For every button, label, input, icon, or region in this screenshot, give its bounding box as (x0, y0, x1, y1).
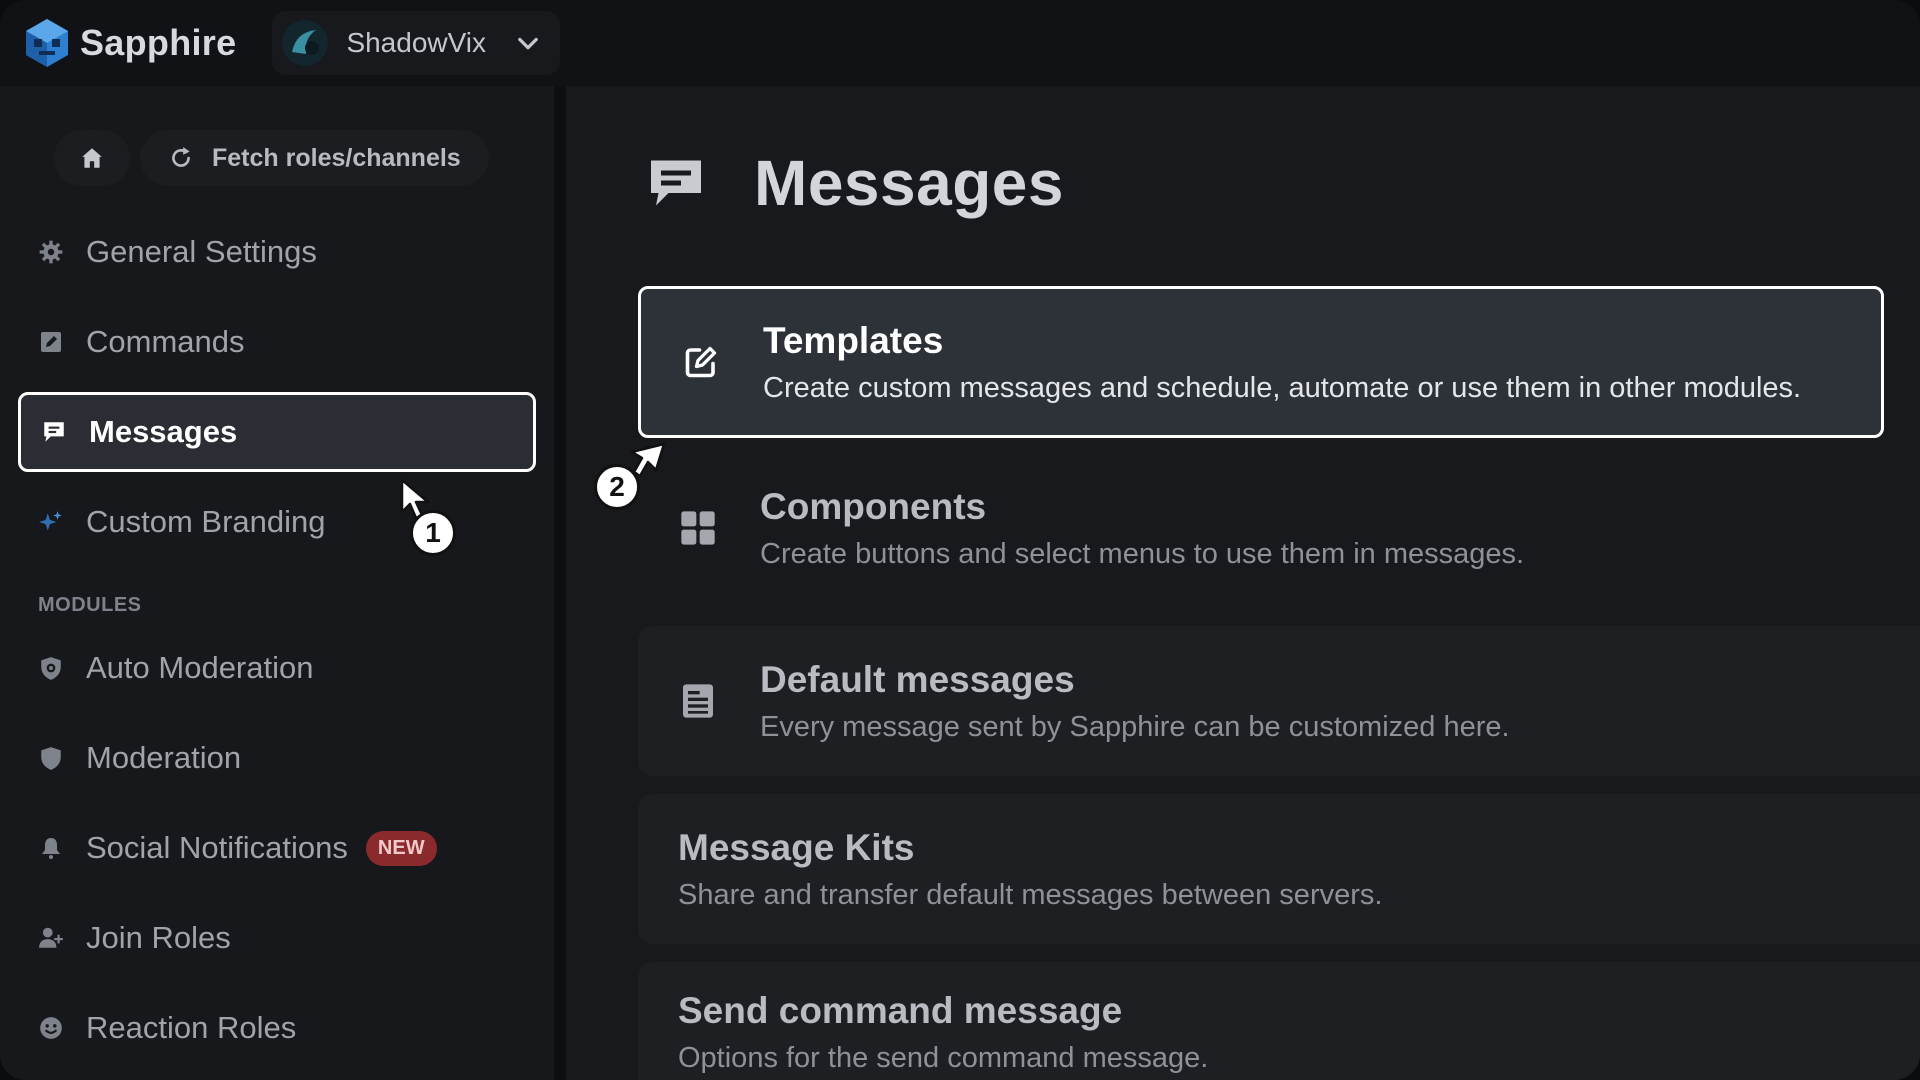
new-badge: NEW (365, 830, 437, 866)
card-default-messages[interactable]: Default messages Every message sent by S… (638, 626, 1920, 776)
card-description: Every message sent by Sapphire can be cu… (760, 710, 1510, 743)
sidebar-item-label: Reaction Roles (86, 1010, 297, 1045)
grid-icon (666, 508, 730, 548)
card-title: Message Kits (678, 826, 915, 868)
card-description: Create custom messages and schedule, aut… (763, 371, 1802, 404)
card-description: Options for the send command message. (678, 1041, 1209, 1074)
card-message-kits[interactable]: Message Kits Share and transfer default … (638, 794, 1920, 944)
sidebar-item-label: Custom Branding (86, 504, 326, 539)
chevron-down-icon (518, 37, 538, 50)
page-title: Messages (754, 147, 1064, 219)
sapphire-logo-icon (26, 19, 68, 67)
page-header: Messages (646, 146, 1064, 220)
app-window: Sapphire ShadowVix Fetch roles/channels … (0, 0, 1920, 1080)
edit-square-icon (38, 329, 64, 355)
sidebar: Fetch roles/channels General Settings Co… (0, 86, 556, 1080)
sidebar-divider (554, 86, 566, 1080)
sidebar-item-label: Social Notifications (86, 830, 348, 865)
sidebar-item-label: Commands (86, 324, 245, 359)
app-logo[interactable]: Sapphire (22, 17, 236, 69)
fetch-label: Fetch roles/channels (212, 143, 461, 172)
card-description: Share and transfer default messages betw… (678, 878, 1383, 911)
edit-icon (669, 344, 733, 380)
sidebar-item-general-settings[interactable]: General Settings (18, 212, 536, 292)
server-name: ShadowVix (346, 27, 487, 58)
gear-icon (38, 239, 64, 265)
card-templates[interactable]: Templates Create custom messages and sch… (638, 286, 1884, 438)
message-icon (651, 160, 701, 206)
sidebar-item-social-notifications[interactable]: Social Notifications NEW (18, 808, 536, 888)
card-title: Components (760, 485, 987, 527)
sidebar-item-label: Join Roles (86, 920, 231, 955)
sidebar-item-moderation[interactable]: Moderation (18, 718, 536, 798)
card-title: Send command message (678, 989, 1123, 1031)
step-marker-1: 1 (410, 510, 456, 556)
modules-heading: MODULES (38, 594, 142, 616)
app-name: Sapphire (80, 22, 237, 63)
refresh-icon (172, 147, 190, 167)
message-icon (41, 419, 67, 445)
card-components[interactable]: Components Create buttons and select men… (638, 450, 1920, 606)
sidebar-item-custom-branding[interactable]: Custom Branding (18, 482, 536, 562)
home-button[interactable] (54, 130, 130, 186)
sparkles-icon (38, 509, 64, 535)
user-plus-icon (38, 925, 64, 951)
document-icon (666, 681, 730, 721)
step-marker-2: 2 (594, 464, 640, 510)
sidebar-item-reaction-roles[interactable]: Reaction Roles (18, 988, 536, 1068)
top-bar: Sapphire ShadowVix (0, 0, 1920, 86)
sidebar-item-auto-moderation[interactable]: Auto Moderation (18, 628, 536, 708)
card-description: Create buttons and select menus to use t… (760, 537, 1525, 570)
shield-icon (38, 745, 64, 771)
card-send-command-message[interactable]: Send command message Options for the sen… (638, 962, 1920, 1080)
card-title: Default messages (760, 658, 1075, 700)
home-icon (82, 148, 102, 168)
server-selector[interactable]: ShadowVix (272, 11, 561, 75)
sidebar-item-label: General Settings (86, 234, 317, 269)
smiley-icon (38, 1015, 64, 1041)
sidebar-item-label: Auto Moderation (86, 650, 314, 685)
sidebar-item-label: Moderation (86, 740, 242, 775)
main-content: Messages Templates Create custom message… (566, 86, 1920, 1080)
fetch-roles-channels-button[interactable]: Fetch roles/channels (140, 130, 489, 186)
sidebar-item-commands[interactable]: Commands (18, 302, 536, 382)
sidebar-item-messages[interactable]: Messages (18, 392, 536, 472)
card-title: Templates (763, 319, 944, 361)
sidebar-quick-actions: Fetch roles/channels (54, 130, 489, 186)
bell-icon (38, 835, 64, 861)
server-avatar (282, 20, 329, 66)
shield-cog-icon (38, 655, 64, 681)
sidebar-item-join-roles[interactable]: Join Roles (18, 898, 536, 978)
sidebar-item-label: Messages (89, 414, 238, 449)
